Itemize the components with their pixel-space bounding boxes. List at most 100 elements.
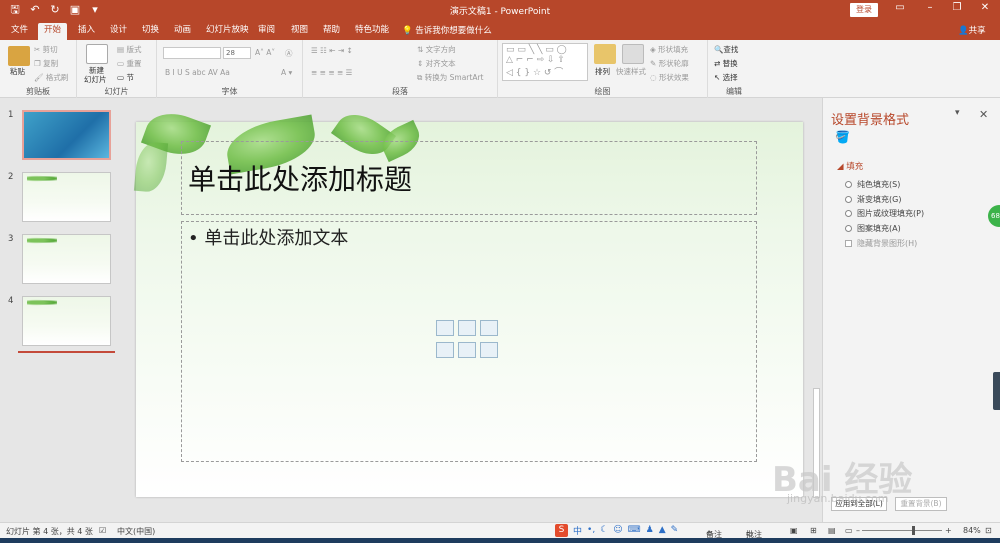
drawing-label: 绘图: [594, 87, 611, 96]
pattern-fill-option[interactable]: 图案填充(A): [845, 223, 901, 234]
new-slide-button-line2[interactable]: 幻灯片: [84, 74, 107, 85]
insert-smartart-icon[interactable]: [480, 320, 498, 336]
solid-fill-option[interactable]: 纯色填充(S): [845, 179, 900, 190]
font-name-combo[interactable]: [163, 47, 221, 59]
insert-picture-icon[interactable]: [436, 342, 454, 358]
tab-review[interactable]: 审阅: [252, 23, 281, 40]
tab-help[interactable]: 帮助: [317, 23, 346, 40]
tab-special-features[interactable]: 特色功能: [349, 23, 395, 40]
pane-options-icon[interactable]: ▾: [955, 108, 960, 118]
zoom-level[interactable]: 84%: [963, 526, 981, 535]
title-placeholder[interactable]: 单击此处添加标题: [181, 141, 757, 215]
slide-thumbnail[interactable]: [22, 110, 111, 160]
reset-button[interactable]: ▭ 重置: [117, 58, 141, 69]
insert-chart-icon[interactable]: [458, 320, 476, 336]
minimize-icon[interactable]: –: [920, 2, 940, 13]
pane-close-icon[interactable]: ✕: [979, 108, 988, 121]
select-button[interactable]: ↖ 选择: [714, 72, 738, 83]
paste-icon[interactable]: [8, 46, 30, 66]
section-button[interactable]: ▭ 节: [117, 72, 134, 83]
zoom-in-icon[interactable]: +: [945, 526, 952, 535]
zoom-slider-knob[interactable]: [912, 526, 915, 535]
keyboard-icon[interactable]: ⌨: [628, 525, 641, 535]
slide-thumbnail[interactable]: [22, 234, 111, 284]
zoom-slider[interactable]: [862, 530, 942, 531]
fit-to-window-icon[interactable]: ⊡: [985, 526, 992, 535]
ribbon-display-icon[interactable]: ▭: [890, 2, 910, 13]
format-painter-button[interactable]: 🖌 格式刷: [34, 72, 68, 83]
font-color-icon[interactable]: A ▾: [281, 68, 292, 77]
tab-slideshow[interactable]: 幻灯片放映: [200, 23, 255, 40]
close-icon[interactable]: ✕: [975, 2, 995, 13]
hide-background-checkbox[interactable]: 隐藏背景图形(H): [845, 238, 917, 249]
arrange-icon[interactable]: [594, 44, 616, 64]
new-slide-icon[interactable]: [86, 44, 108, 64]
tab-animations[interactable]: 动画: [168, 23, 197, 40]
insert-online-picture-icon[interactable]: [458, 342, 476, 358]
arrange-button[interactable]: 排列: [595, 66, 610, 77]
edge-handle[interactable]: [993, 372, 1000, 410]
copy-button[interactable]: ❐ 复制: [34, 58, 58, 69]
fill-bucket-icon[interactable]: 🪣: [835, 130, 850, 144]
content-placeholder[interactable]: • 单击此处添加文本: [181, 221, 757, 462]
moon-icon[interactable]: ☾: [600, 525, 608, 535]
zoom-out-icon[interactable]: –: [856, 526, 860, 535]
tab-home[interactable]: 开始: [38, 23, 68, 40]
gradient-fill-option[interactable]: 渐变填充(G): [845, 194, 901, 205]
fill-section-header[interactable]: ◢ 填充: [837, 160, 863, 172]
insert-video-icon[interactable]: [480, 342, 498, 358]
tab-view[interactable]: 视图: [285, 23, 314, 40]
tools-icon[interactable]: ✎: [671, 525, 679, 535]
shape-effects-button[interactable]: ◌ 形状效果: [650, 72, 689, 83]
spellcheck-icon[interactable]: ☑: [99, 526, 106, 535]
find-button[interactable]: 🔍查找: [714, 44, 738, 55]
share-button[interactable]: 👤共享: [958, 24, 986, 36]
paste-button[interactable]: 粘贴: [10, 66, 25, 77]
slide-thumbnail[interactable]: [22, 172, 111, 222]
layout-button[interactable]: ▤ 版式: [117, 44, 141, 55]
tell-me-search[interactable]: 💡 告诉我你想要做什么: [402, 24, 492, 36]
punctuation-icon[interactable]: •,: [587, 525, 595, 535]
login-button[interactable]: 登录: [850, 3, 878, 17]
shapes-gallery[interactable]: ▭ ▭ ╲ ╲ ▭ ◯ △ ⌐ ⌐ ⇨ ⇩ ⇧ ◁ { } ☆ ↺ ⌒: [502, 43, 588, 81]
slide-sorter-icon[interactable]: ⊞: [810, 526, 817, 535]
shape-icons[interactable]: ▭ ▭ ╲ ╲ ▭ ◯ △ ⌐ ⌐ ⇨ ⇩ ⇧ ◁ { } ☆ ↺ ⌒: [506, 45, 567, 78]
text-direction-button[interactable]: ⇅ 文字方向: [417, 44, 456, 55]
font-style-icons[interactable]: B I U S abc AV Aa: [165, 68, 230, 77]
cut-button[interactable]: ✂ 剪切: [34, 44, 58, 55]
slideshow-view-icon[interactable]: ▭: [845, 526, 853, 535]
language-indicator[interactable]: 中文(中国): [117, 526, 155, 537]
normal-view-icon[interactable]: ▣: [790, 526, 798, 535]
quick-styles-button[interactable]: 快速样式: [616, 66, 646, 77]
insert-table-icon[interactable]: [436, 320, 454, 336]
tab-design[interactable]: 设计: [104, 23, 133, 40]
restore-icon[interactable]: ❐: [947, 2, 967, 13]
smartart-button[interactable]: ⧉ 转换为 SmartArt: [417, 72, 483, 83]
text-direction-label: 文字方向: [425, 45, 456, 54]
tab-transitions[interactable]: 切换: [136, 23, 165, 40]
leaf-decoration: [27, 299, 57, 306]
picture-fill-option[interactable]: 图片或纹理填充(P): [845, 208, 924, 219]
align-text-button[interactable]: ⇕ 对齐文本: [417, 58, 456, 69]
tab-file[interactable]: 文件: [5, 23, 34, 40]
emoji-icon[interactable]: ☺: [613, 525, 622, 535]
effects-icon: ◌: [650, 73, 659, 82]
reading-view-icon[interactable]: ▤: [828, 526, 836, 535]
skin-icon[interactable]: ▲: [659, 525, 666, 535]
ime-mode[interactable]: 中: [573, 524, 582, 537]
sogou-logo[interactable]: S: [555, 523, 568, 537]
tab-insert[interactable]: 插入: [72, 23, 101, 40]
font-size-combo[interactable]: 28: [223, 47, 251, 59]
grow-font-icon[interactable]: A˄ A˅: [255, 48, 275, 57]
slide-thumbnail[interactable]: [22, 296, 111, 346]
quick-styles-icon[interactable]: [622, 44, 644, 64]
clear-format-icon[interactable]: Ⓐ: [285, 48, 293, 59]
align-icons[interactable]: ≡ ≡ ≡ ≡ ☰: [311, 68, 352, 77]
list-icons[interactable]: ☰ ☷ ⇤ ⇥ ↕: [311, 46, 353, 55]
slide-insertion-marker: [18, 351, 115, 353]
user-icon[interactable]: ♟: [646, 525, 654, 535]
shape-outline-button[interactable]: ✎ 形状轮廓: [650, 58, 689, 69]
shape-fill-button[interactable]: ◈ 形状填充: [650, 44, 688, 55]
align-text-icon: ⇕: [417, 59, 426, 68]
replace-button[interactable]: ⇄ 替换: [714, 58, 738, 69]
